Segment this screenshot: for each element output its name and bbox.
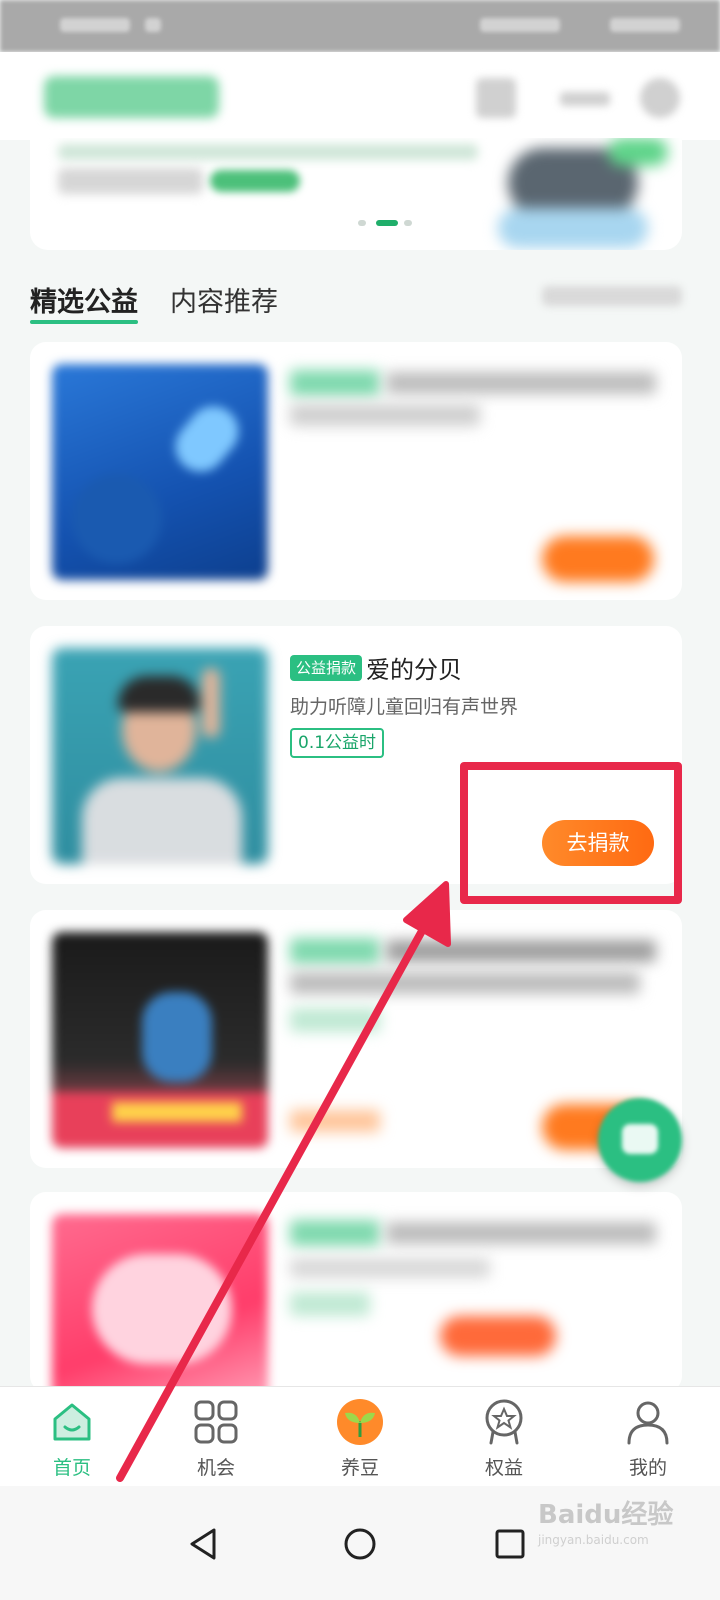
carousel-dot — [358, 220, 366, 226]
carousel-indicator — [358, 220, 418, 226]
project-thumbnail — [52, 1214, 268, 1392]
status-bar — [0, 0, 720, 52]
project-title-line2 — [290, 404, 480, 426]
donate-button[interactable] — [542, 536, 654, 582]
app-logo — [44, 76, 219, 118]
back-icon[interactable] — [184, 1524, 224, 1564]
nav-label: 机会 — [196, 1457, 235, 1479]
project-tag — [290, 370, 380, 396]
nav-profile[interactable]: 我的 — [576, 1397, 720, 1480]
grid-icon — [191, 1397, 241, 1447]
project-tag — [290, 1220, 380, 1246]
home-icon — [47, 1397, 97, 1447]
recents-icon[interactable] — [490, 1524, 530, 1564]
tab-label: 内容推荐 — [170, 287, 278, 318]
project-title-line2 — [290, 972, 640, 994]
project-description — [290, 1258, 490, 1278]
sort-dropdown[interactable] — [542, 286, 682, 306]
banner-headline — [58, 144, 478, 160]
watermark: Baidu经验 jingyan.baidu.com — [538, 1494, 708, 1547]
nav-home[interactable]: 首页 — [0, 1397, 144, 1480]
project-thumbnail — [52, 648, 268, 864]
project-description: 助力听障儿童回归有声世界 — [290, 696, 519, 718]
sprout-icon — [335, 1397, 385, 1447]
nav-benefits[interactable]: 权益 — [432, 1397, 576, 1480]
project-title — [386, 372, 656, 394]
nav-label: 权益 — [484, 1457, 523, 1479]
tab-featured-charity[interactable]: 精选公益 — [30, 280, 138, 324]
status-icons — [480, 18, 560, 32]
nav-label: 养豆 — [340, 1457, 379, 1479]
donate-button[interactable] — [440, 1316, 556, 1356]
carousel-dot-active — [376, 220, 398, 226]
banner-carousel[interactable] — [30, 138, 682, 250]
project-thumbnail — [52, 932, 268, 1148]
app-header — [0, 52, 720, 140]
highlight-box — [460, 762, 682, 904]
watermark-url: jingyan.baidu.com — [538, 1533, 649, 1547]
project-card[interactable] — [30, 1192, 682, 1392]
chat-icon — [622, 1124, 658, 1154]
project-card[interactable] — [30, 910, 682, 1168]
project-meta — [290, 1110, 380, 1132]
header-link[interactable] — [560, 92, 610, 106]
banner-subtitle — [58, 168, 203, 194]
watermark-text: Baidu经验 — [538, 1500, 674, 1530]
charity-hours-badge: 0.1公益时 — [290, 728, 385, 758]
charity-hours-badge — [290, 1292, 370, 1316]
home-circle-icon[interactable] — [340, 1524, 380, 1564]
nav-opportunities[interactable]: 机会 — [144, 1397, 288, 1480]
nav-label: 首页 — [52, 1457, 91, 1479]
content-tabs: 精选公益 内容推荐 — [30, 270, 682, 326]
carousel-dot — [404, 220, 412, 226]
person-icon — [623, 1397, 673, 1447]
project-title: 公益捐款 爱的分贝 — [290, 650, 670, 685]
nav-label: 我的 — [628, 1457, 667, 1479]
charity-hours-badge — [290, 1008, 380, 1032]
nav-beans[interactable]: 养豆 — [288, 1397, 432, 1480]
project-thumbnail — [52, 364, 268, 580]
avatar[interactable] — [640, 78, 680, 118]
scan-icon[interactable] — [476, 78, 516, 118]
signal-indicator — [60, 18, 130, 32]
tab-content-recommend[interactable]: 内容推荐 — [170, 280, 278, 319]
banner-image — [468, 138, 682, 250]
project-title — [386, 940, 656, 962]
bottom-navigation: 首页 机会 养豆 权益 我的 — [0, 1386, 720, 1486]
badge-icon — [479, 1397, 529, 1447]
tab-underline — [30, 320, 138, 324]
project-tag: 公益捐款 — [290, 654, 363, 681]
project-tag — [290, 938, 380, 964]
floating-chat-button[interactable] — [598, 1098, 682, 1182]
project-card[interactable] — [30, 342, 682, 600]
tab-label: 精选公益 — [30, 287, 138, 318]
wifi-icon — [145, 18, 161, 32]
project-title — [386, 1222, 656, 1244]
project-name: 爱的分贝 — [366, 656, 463, 684]
battery-icon — [610, 18, 680, 32]
banner-go-button[interactable] — [210, 170, 300, 192]
